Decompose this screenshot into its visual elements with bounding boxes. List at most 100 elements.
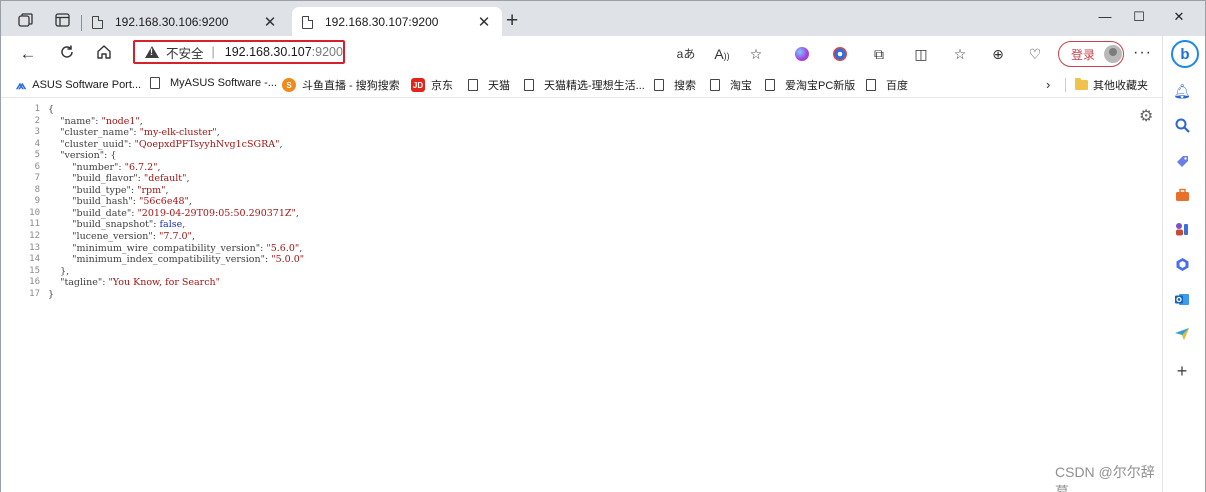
bookmarks-bar: ⩕ ASUS Software Port... MyASUS Software … <box>0 72 1162 98</box>
other-bookmarks-folder[interactable]: 其他收藏夹 <box>1075 77 1148 93</box>
back-button[interactable]: ← <box>17 44 39 64</box>
json-key: "build_date" <box>48 207 132 219</box>
favorites-icon[interactable]: ☆ <box>950 45 970 63</box>
json-punctuation: { <box>48 104 55 115</box>
tab-title: 192.168.30.107:9200 <box>325 15 439 29</box>
send-drop-icon[interactable] <box>1173 325 1191 343</box>
bookmark-item[interactable]: 爱淘宝PC新版 <box>765 77 855 93</box>
json-string-value: "QoepxdPFTsyyhNvg1cSGRA" <box>134 138 280 150</box>
security-label[interactable]: 不安全 <box>166 43 204 62</box>
bookmark-item[interactable]: ⩕ ASUS Software Port... <box>16 77 141 93</box>
code-line: "build_type": "rpm", <box>48 185 304 197</box>
sogou-icon: S <box>282 78 296 92</box>
json-key: "minimum_wire_compatibility_version" <box>48 242 261 254</box>
json-punctuation: : { <box>104 150 117 162</box>
close-icon[interactable]: ✕ <box>262 13 278 31</box>
page-icon <box>654 79 664 91</box>
close-icon[interactable]: ✕ <box>476 13 492 31</box>
json-punctuation: , <box>279 138 283 150</box>
login-label: 登录 <box>1071 47 1096 62</box>
page-icon <box>468 79 478 91</box>
url-port: :9200 <box>311 45 343 59</box>
tab-inactive[interactable]: 192.168.30.106:9200 ✕ <box>82 7 288 37</box>
json-viewer: { "name": "node1", "cluster_name": "my-e… <box>48 104 304 300</box>
json-punctuation: , <box>295 207 299 219</box>
json-boolean-value: false <box>159 219 183 231</box>
new-tab-button[interactable]: + <box>506 10 518 32</box>
outlook-icon[interactable] <box>1173 290 1191 308</box>
json-punctuation: }, <box>48 265 70 277</box>
browser-essentials-icon[interactable]: ♡ <box>1025 45 1045 63</box>
json-string-value: "default" <box>143 173 187 185</box>
bookmark-item[interactable]: 百度 <box>866 77 908 93</box>
watermark: CSDN @尔尔辞暮 <box>1055 464 1155 492</box>
extension-icon[interactable] <box>833 47 847 61</box>
json-key: "cluster_uuid" <box>48 138 129 150</box>
bookmark-item[interactable]: 天猫精选-理想生活... <box>524 77 645 93</box>
json-punctuation: , <box>188 196 192 208</box>
folder-icon <box>1075 78 1088 90</box>
json-key: "build_flavor" <box>48 173 138 185</box>
microsoft-365-icon[interactable] <box>1173 255 1191 273</box>
more-menu-button[interactable]: ··· <box>1133 44 1152 62</box>
code-line: "tagline": "You Know, for Search" <box>48 277 304 289</box>
chevron-right-icon[interactable]: › <box>1046 77 1050 92</box>
bookmark-item[interactable]: MyASUS Software -... <box>150 77 277 89</box>
home-button[interactable] <box>93 44 115 65</box>
bookmark-item[interactable]: JD 京东 <box>411 77 453 93</box>
code-line: "minimum_index_compatibility_version": "… <box>48 254 304 266</box>
bookmark-item[interactable]: S 斗鱼直播 - 搜狗搜索 <box>282 77 400 93</box>
avatar <box>1104 45 1123 63</box>
search-icon[interactable] <box>1173 116 1191 134</box>
shopping-tag-icon[interactable] <box>1173 152 1191 170</box>
read-aloud-icon[interactable]: A)) <box>712 45 732 65</box>
tab-active[interactable]: 192.168.30.107:9200 ✕ <box>292 7 502 37</box>
login-button[interactable]: 登录 <box>1058 41 1124 67</box>
translate-icon[interactable]: aあ <box>676 45 696 63</box>
extension-icon[interactable] <box>795 47 809 61</box>
bookmark-item[interactable]: 天猫 <box>468 77 510 93</box>
collections-icon[interactable]: ⊕ <box>988 45 1008 63</box>
bookmark-label: MyASUS Software -... <box>170 77 277 89</box>
add-icon[interactable]: + <box>1173 361 1191 381</box>
extensions-puzzle-icon[interactable]: ⧉ <box>869 45 889 63</box>
split-screen-icon[interactable]: ◫ <box>911 45 931 63</box>
code-line: "build_hash": "56c6e48", <box>48 196 304 208</box>
line-number: 11 <box>29 219 40 230</box>
line-number: 1 <box>34 104 40 114</box>
json-punctuation: , <box>182 219 186 231</box>
gear-icon[interactable]: ⚙ <box>1139 106 1153 126</box>
bell-icon[interactable]: 🔔︎ <box>1173 82 1191 100</box>
line-number: 9 <box>34 196 40 207</box>
favorite-star-icon[interactable]: ☆ <box>746 45 766 63</box>
address-bar[interactable]: 不安全 | 192.168.30.107 :9200 <box>133 40 345 64</box>
json-punctuation: } <box>48 288 55 300</box>
line-number: 4 <box>34 138 40 149</box>
tab-actions-icon[interactable] <box>55 13 71 27</box>
warning-icon[interactable] <box>145 46 159 58</box>
line-number: 12 <box>29 231 40 242</box>
code-line: "build_snapshot": false, <box>48 219 304 231</box>
address-separator: | <box>211 45 215 59</box>
line-number: 16 <box>29 277 40 288</box>
json-string-value: "rpm" <box>137 184 166 196</box>
json-punctuation: , <box>191 231 195 243</box>
bookmark-item[interactable]: 搜索 <box>654 77 696 93</box>
json-key: "name" <box>48 115 96 127</box>
bookmark-label: 爱淘宝PC新版 <box>785 80 856 92</box>
json-string-value: "my-elk-cluster" <box>139 127 217 139</box>
tab-title: 192.168.30.106:9200 <box>115 15 229 29</box>
bookmark-item[interactable]: 淘宝 <box>710 77 752 93</box>
tools-briefcase-icon[interactable] <box>1173 186 1191 204</box>
json-key: "tagline" <box>48 277 103 289</box>
games-icon[interactable] <box>1173 220 1191 238</box>
close-window-button[interactable]: ✕ <box>1156 7 1202 27</box>
line-number: 8 <box>34 184 40 195</box>
bing-copilot-icon[interactable]: b <box>1171 40 1199 68</box>
bookmark-label: 天猫精选-理想生活... <box>544 80 645 92</box>
line-number: 7 <box>34 173 40 184</box>
workspaces-icon[interactable] <box>18 13 34 27</box>
refresh-button[interactable] <box>56 44 78 65</box>
bookmark-label: 搜索 <box>674 80 696 92</box>
json-punctuation: , <box>186 173 190 185</box>
